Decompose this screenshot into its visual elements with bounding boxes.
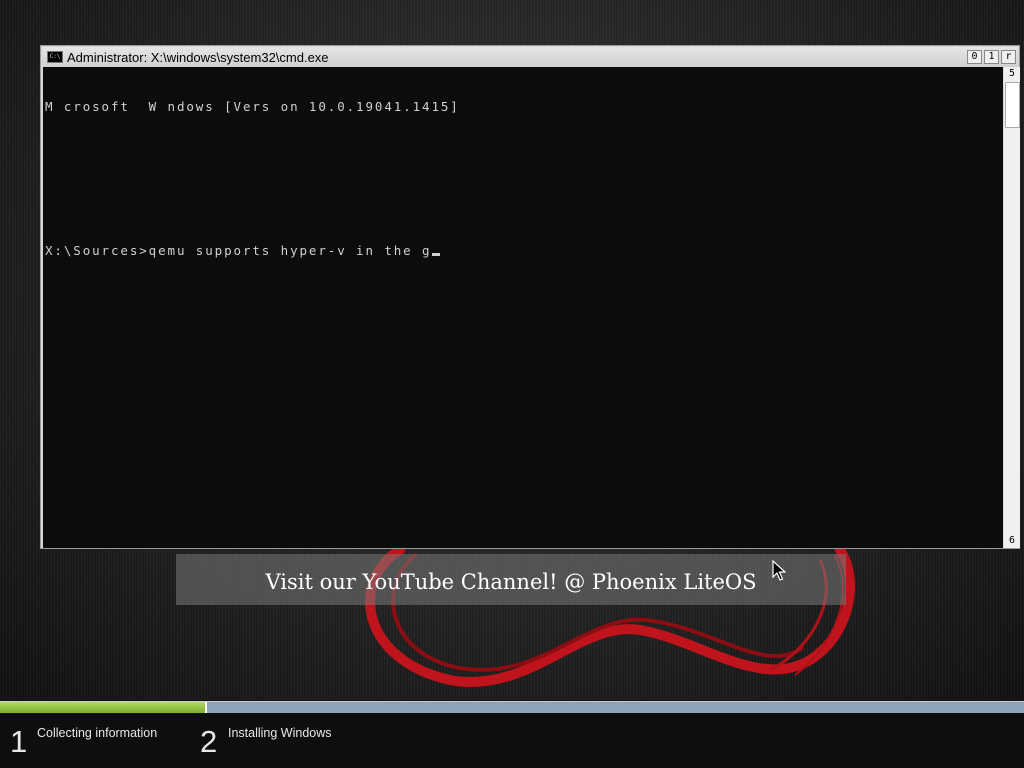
youtube-banner: Visit our YouTube Channel! @ Phoenix Lit… [176, 554, 846, 605]
step-label: Collecting information [37, 726, 158, 740]
command-input-text[interactable]: X:\Sources>qemu supports hyper-v in the … [45, 243, 431, 258]
cmd-icon[interactable]: C:\ [47, 51, 63, 63]
close-button[interactable]: r [1001, 50, 1016, 64]
setup-progress-bar [0, 701, 1024, 713]
scrollbar-thumb[interactable] [1005, 82, 1020, 128]
console-prompt-line[interactable]: X:\Sources>qemu supports hyper-v in the … [43, 243, 1003, 259]
scroll-down-button[interactable]: 6 [1004, 534, 1020, 548]
setup-progress-fill [0, 702, 207, 713]
console-line: M crosoft W ndows [Vers on 10.0.19041.14… [45, 99, 460, 114]
cmd-window[interactable]: C:\ Administrator: X:\windows\system32\c… [40, 45, 1020, 549]
minimize-button[interactable]: 0 [967, 50, 982, 64]
step-label: Installing Windows [228, 726, 332, 740]
window-titlebar[interactable]: C:\ Administrator: X:\windows\system32\c… [42, 47, 1018, 67]
scroll-up-button[interactable]: 5 [1004, 67, 1020, 81]
setup-steps: 1 Collecting information 2 Installing Wi… [0, 714, 1024, 768]
step-number: 2 [200, 724, 218, 759]
step-number: 1 [10, 724, 28, 759]
text-cursor [432, 253, 441, 256]
window-controls: 0 1 r [965, 50, 1016, 64]
vertical-scrollbar[interactable]: 5 6 [1004, 67, 1020, 548]
maximize-button[interactable]: 1 [984, 50, 999, 64]
mouse-pointer-icon [772, 560, 786, 581]
window-title: Administrator: X:\windows\system32\cmd.e… [67, 49, 329, 65]
console-output[interactable]: M crosoft W ndows [Vers on 10.0.19041.14… [43, 67, 1003, 548]
banner-text: Visit our YouTube Channel! @ Phoenix Lit… [265, 570, 757, 594]
